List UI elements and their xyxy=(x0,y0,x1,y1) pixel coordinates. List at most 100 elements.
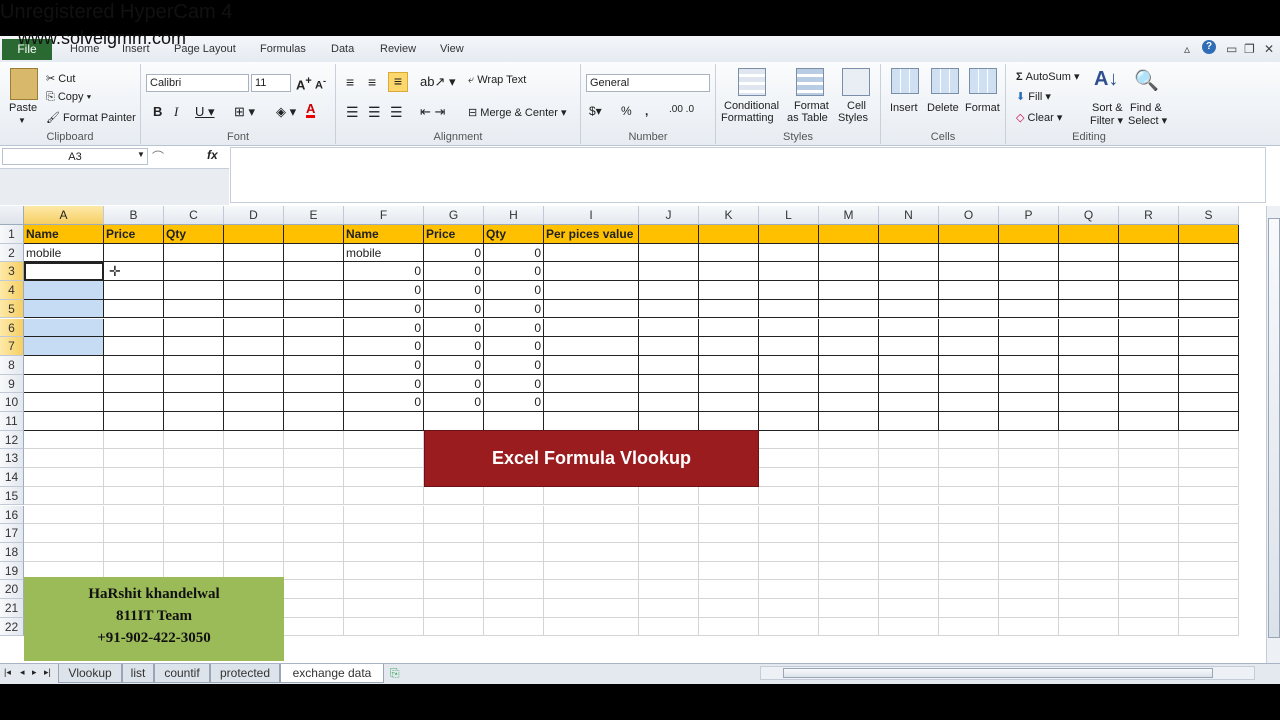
cell[interactable] xyxy=(879,374,939,394)
cell[interactable] xyxy=(819,524,879,543)
cell[interactable] xyxy=(1119,561,1179,581)
cell[interactable] xyxy=(484,580,544,599)
header-cell[interactable] xyxy=(224,225,284,244)
cell[interactable] xyxy=(1179,225,1239,244)
cell[interactable] xyxy=(879,505,939,525)
column-header-m[interactable]: M xyxy=(819,206,879,225)
cell[interactable] xyxy=(24,374,104,394)
cell[interactable] xyxy=(24,524,104,543)
cell[interactable] xyxy=(1179,617,1239,637)
cell[interactable] xyxy=(344,486,424,506)
cell[interactable] xyxy=(879,524,939,543)
cell[interactable] xyxy=(1119,505,1179,525)
cell[interactable] xyxy=(699,262,759,282)
cell[interactable] xyxy=(759,355,819,375)
orientation-icon[interactable]: ab↗ ▾ xyxy=(420,74,456,90)
cell[interactable] xyxy=(24,449,104,469)
cell[interactable] xyxy=(819,299,879,319)
cell[interactable] xyxy=(224,374,284,394)
cell[interactable] xyxy=(999,393,1059,412)
cell[interactable] xyxy=(284,561,344,581)
window-close-icon[interactable]: ✕ xyxy=(1264,42,1274,56)
cell[interactable] xyxy=(879,337,939,356)
cell[interactable] xyxy=(1179,374,1239,394)
cell[interactable] xyxy=(544,318,639,338)
cell[interactable] xyxy=(1119,355,1179,375)
column-header-q[interactable]: Q xyxy=(1059,206,1119,225)
cell[interactable] xyxy=(284,430,344,450)
header-cell[interactable]: Name xyxy=(24,225,104,244)
cell[interactable] xyxy=(639,412,699,431)
cell[interactable] xyxy=(1119,486,1179,506)
cell[interactable] xyxy=(819,561,879,581)
align-bottom-icon[interactable]: ≡ xyxy=(388,72,408,92)
column-header-e[interactable]: E xyxy=(284,206,344,225)
cell[interactable] xyxy=(104,449,164,469)
cell[interactable] xyxy=(344,542,424,562)
cell[interactable] xyxy=(104,337,164,356)
cell[interactable] xyxy=(1179,486,1239,506)
row-header-7[interactable]: 7 xyxy=(0,337,24,356)
cell[interactable] xyxy=(699,374,759,394)
cell[interactable] xyxy=(639,318,699,338)
table-cell[interactable]: 0 xyxy=(484,337,544,356)
cell[interactable] xyxy=(999,505,1059,525)
horizontal-scroll-thumb[interactable] xyxy=(783,668,1213,678)
borders-icon[interactable]: ⊞ ▾ xyxy=(234,104,255,120)
row-header-17[interactable]: 17 xyxy=(0,524,24,543)
cell[interactable] xyxy=(639,299,699,319)
cell[interactable] xyxy=(284,393,344,412)
cell[interactable] xyxy=(759,542,819,562)
fill-button[interactable]: ⬇ Fill ▾ xyxy=(1016,90,1051,103)
cell[interactable] xyxy=(164,449,224,469)
cell[interactable] xyxy=(544,486,639,506)
cell[interactable] xyxy=(879,617,939,637)
tab-review[interactable]: Review xyxy=(380,43,416,55)
cell[interactable] xyxy=(164,393,224,412)
copy-button[interactable]: ⎘ Copy ▾ xyxy=(46,91,91,104)
column-header-l[interactable]: L xyxy=(759,206,819,225)
cell[interactable] xyxy=(1059,225,1119,244)
cell[interactable] xyxy=(999,337,1059,356)
cell[interactable] xyxy=(1119,430,1179,450)
column-header-g[interactable]: G xyxy=(424,206,484,225)
cell[interactable] xyxy=(224,505,284,525)
cell[interactable] xyxy=(1179,561,1239,581)
cell[interactable] xyxy=(699,524,759,543)
format-button[interactable]: Format xyxy=(965,102,1000,114)
cell[interactable] xyxy=(639,617,699,637)
header-cell[interactable] xyxy=(284,225,344,244)
bold-icon[interactable]: B xyxy=(153,104,162,119)
sheet-nav-prev-icon[interactable]: ◂ xyxy=(20,667,25,678)
window-minimize-icon[interactable]: ▭ xyxy=(1226,42,1237,56)
table-cell[interactable]: 0 xyxy=(344,299,424,319)
cell[interactable] xyxy=(1119,262,1179,282)
row-header-12[interactable]: 12 xyxy=(0,430,24,450)
cell[interactable] xyxy=(1119,617,1179,637)
cell[interactable] xyxy=(1059,318,1119,338)
sheet-tab-exchange-data[interactable]: exchange data xyxy=(280,664,384,683)
cell[interactable] xyxy=(24,355,104,375)
help-icon[interactable]: ? xyxy=(1202,40,1216,54)
number-format-select[interactable]: General xyxy=(586,74,710,92)
sheet-tab-protected[interactable]: protected xyxy=(210,664,280,683)
cell[interactable] xyxy=(104,486,164,506)
cell[interactable] xyxy=(544,524,639,543)
cell[interactable] xyxy=(1179,599,1239,618)
cell[interactable] xyxy=(344,599,424,618)
cell[interactable] xyxy=(939,486,999,506)
cell[interactable] xyxy=(544,355,639,375)
cell[interactable] xyxy=(759,599,819,618)
cell[interactable] xyxy=(939,524,999,543)
cell[interactable] xyxy=(164,542,224,562)
cell[interactable] xyxy=(879,262,939,282)
cell[interactable] xyxy=(284,281,344,300)
cell[interactable] xyxy=(484,542,544,562)
column-header-a[interactable]: A xyxy=(24,206,104,225)
cell[interactable] xyxy=(1059,486,1119,506)
cell[interactable] xyxy=(1179,262,1239,282)
column-header-k[interactable]: K xyxy=(699,206,759,225)
cell[interactable] xyxy=(879,542,939,562)
column-header-p[interactable]: P xyxy=(999,206,1059,225)
cell[interactable] xyxy=(639,524,699,543)
